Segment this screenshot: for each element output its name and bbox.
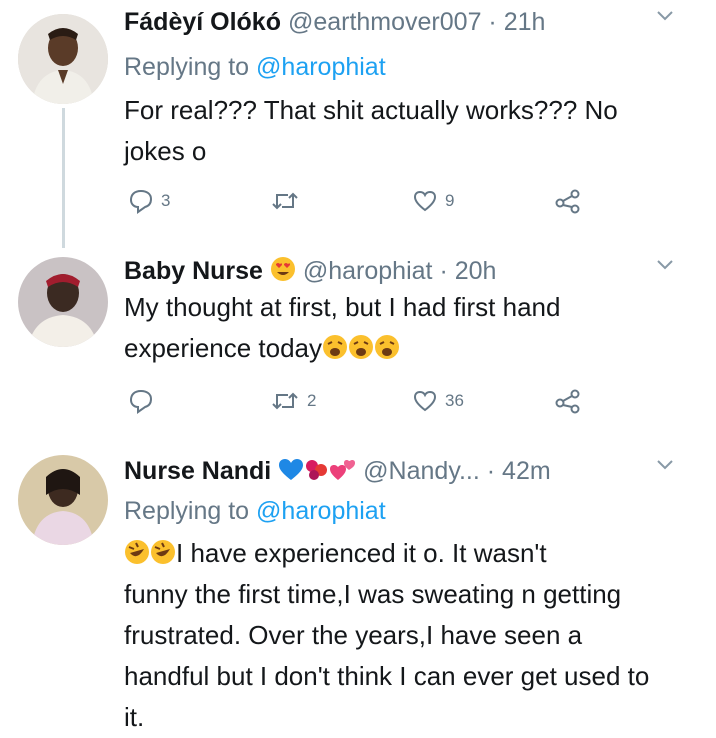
display-name[interactable]: Fádèyí Olókó (124, 8, 281, 36)
chevron-down-icon[interactable] (656, 459, 674, 471)
timestamp[interactable]: 20h (455, 257, 497, 285)
tweet-text-line-part: experience today (124, 333, 323, 363)
share-icon (555, 389, 580, 414)
rofl-emoji-icon (151, 540, 175, 564)
tweet-3[interactable]: Nurse Nandi @Nandy... · 42m Replying to … (0, 445, 716, 732)
like-button[interactable]: 9 (412, 188, 454, 214)
tweet-1[interactable]: Fádèyí Olókó @earthmover007 · 21h Replyi… (0, 0, 716, 248)
rofl-emoji-icon (125, 540, 149, 564)
retweet-button[interactable] (270, 188, 307, 214)
display-name[interactable]: Baby Nurse (124, 257, 263, 285)
reply-button[interactable] (128, 388, 161, 414)
heart-icon (413, 390, 437, 412)
reply-icon (129, 189, 153, 214)
weary-face-emoji-icon (349, 335, 374, 359)
tweet-text: I have experienced it o. It wasn't funny… (124, 533, 684, 738)
user-handle[interactable]: @harophiat (303, 257, 433, 285)
blue-heart-emoji-icon (279, 459, 304, 480)
thread-line (62, 108, 65, 248)
heart-eyes-emoji-icon (270, 257, 295, 281)
avatar[interactable] (18, 257, 108, 347)
like-count: 9 (445, 191, 455, 210)
tweet-text-line: I have experienced it o. It wasn't (124, 533, 684, 574)
replying-to-handle[interactable]: @harophiat (256, 53, 386, 81)
retweet-icon (272, 192, 298, 210)
reply-button[interactable]: 3 (128, 188, 170, 214)
tweet-actions: 3 9 (124, 188, 604, 218)
avatar[interactable] (18, 455, 108, 545)
retweet-button[interactable]: 2 (270, 388, 316, 414)
retweet-count: 2 (307, 391, 317, 410)
replying-to-label: Replying to (124, 497, 250, 525)
user-handle[interactable]: @earthmover007 (288, 8, 482, 36)
share-button[interactable] (554, 388, 582, 414)
avatar-image (18, 455, 108, 545)
tweet-text-line: experience today (124, 328, 684, 369)
tweet-text-rest: funny the first time,I was sweating n ge… (124, 579, 650, 732)
separator-dot: · (488, 8, 497, 36)
chevron-down-icon[interactable] (656, 259, 674, 271)
share-icon (555, 189, 580, 214)
replying-to-label: Replying to (124, 53, 250, 81)
tweet-text-line: My thought at first, but I had first han… (124, 292, 561, 322)
avatar-image (18, 257, 108, 347)
tweet-text: My thought at first, but I had first han… (124, 287, 684, 369)
reply-icon (129, 389, 153, 414)
weary-face-emoji-icon (375, 335, 400, 359)
reply-count: 3 (161, 191, 171, 210)
avatar[interactable] (18, 14, 108, 104)
two-hearts-emoji-icon (330, 460, 356, 480)
retweet-icon (272, 392, 298, 410)
tweet-actions: 2 36 (124, 388, 604, 418)
tweet-header: Nurse Nandi @Nandy... · 42m (124, 455, 684, 487)
chevron-down-icon[interactable] (656, 10, 674, 22)
user-handle[interactable]: @Nandy... (363, 457, 480, 485)
like-count: 36 (445, 391, 464, 410)
timestamp[interactable]: 42m (502, 457, 551, 485)
display-name[interactable]: Nurse Nandi (124, 457, 271, 485)
tweet-2[interactable]: Baby Nurse @harophiat · 20h My thought a… (0, 245, 716, 445)
replying-to: Replying to @harophiat (124, 495, 386, 527)
separator-dot: · (486, 457, 496, 485)
tweet-text: For real??? That shit actually works??? … (124, 95, 618, 166)
replying-to-handle[interactable]: @harophiat (256, 497, 386, 525)
like-button[interactable]: 36 (412, 388, 464, 414)
tweet-header: Baby Nurse @harophiat · 20h (124, 255, 684, 287)
tweet-text-line-part: I have experienced it o. It wasn't (176, 538, 547, 568)
separator-dot: · (439, 257, 448, 285)
heart-icon (413, 190, 437, 212)
timestamp[interactable]: 21h (504, 8, 546, 36)
tweet-header: Fádèyí Olókó @earthmover007 · 21h (124, 6, 684, 38)
avatar-image (18, 14, 108, 104)
replying-to: Replying to @harophiat (124, 51, 386, 83)
share-button[interactable] (554, 188, 582, 214)
weary-face-emoji-icon (323, 335, 348, 359)
flowers-emoji-icon (306, 460, 328, 480)
